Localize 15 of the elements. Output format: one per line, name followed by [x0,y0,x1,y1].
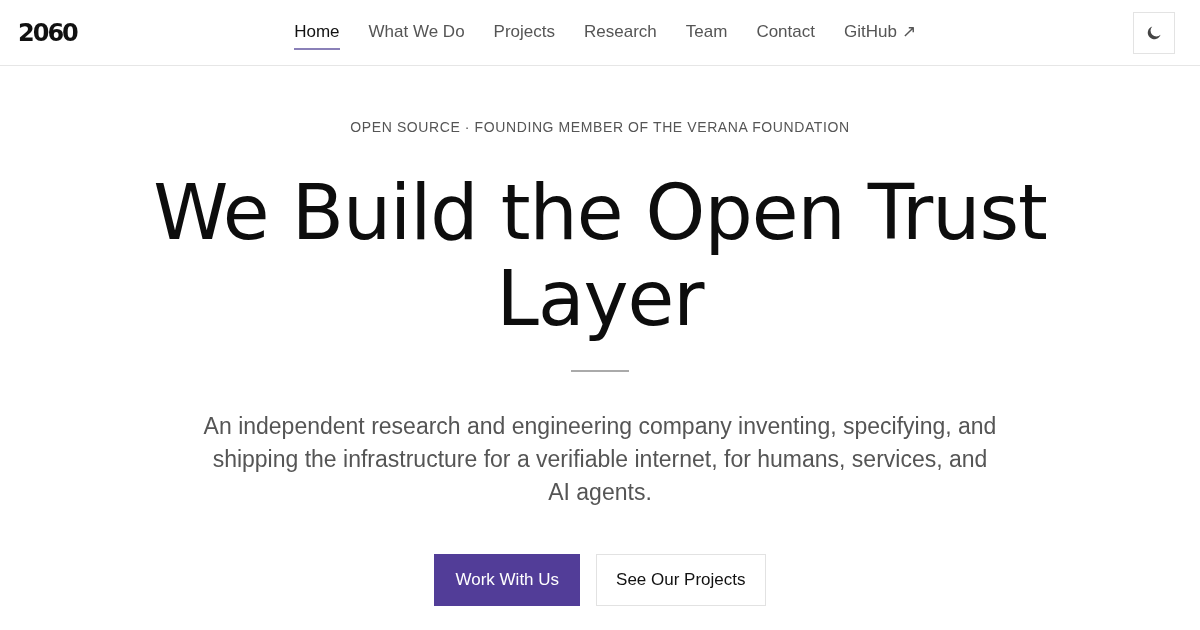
see-projects-button[interactable]: See Our Projects [596,554,766,606]
nav-link[interactable]: Home [294,14,340,51]
eyebrow-text: OPEN SOURCE · FOUNDING MEMBER OF THE VERANA FOUNDATION [349,118,851,137]
theme-toggle-button[interactable] [1133,11,1175,54]
nav-link[interactable]: Research [584,14,657,51]
hero-description: An independent research and engineering company inventing, specifying, and shipping the infrastructure for a verifiable internet, for humans, services, and AI agents. [202,412,998,507]
logo[interactable]: 2060 [18,14,77,51]
nav-link[interactable]: What We Do [368,14,465,51]
moon-icon [1147,25,1161,40]
nav-link[interactable]: Contact [756,14,815,51]
nav-link[interactable]: Team [685,14,728,51]
nav-link[interactable]: Projects [493,14,556,51]
nav-link[interactable]: GitHub ↗ [843,14,916,51]
work-with-us-button[interactable]: Work With Us [434,554,581,606]
hero-title: We Build the Open Trust Layer [152,170,1048,342]
